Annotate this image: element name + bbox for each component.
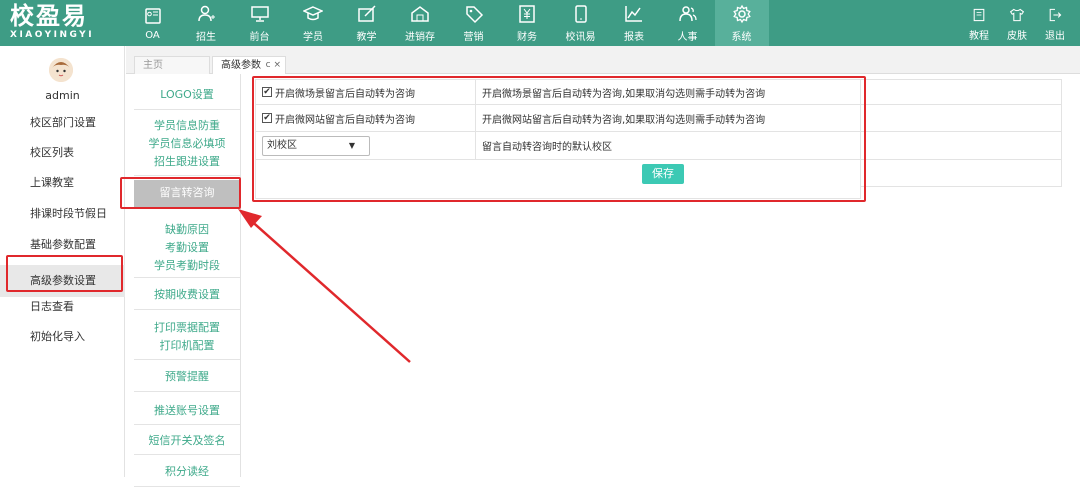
tab-actions: c × — [266, 57, 281, 74]
tab-home[interactable]: 主页 — [134, 56, 210, 74]
tab-advanced-params-label: 高级参数 — [221, 60, 261, 71]
submenu-link[interactable]: LOGO设置 — [134, 86, 240, 104]
nav-label: 进销存 — [405, 31, 435, 43]
top-bar: 校盈易 XIAOYINGYI OA 招生 前台 学员 教学 进销存 营销 财务 校讯易 报表 人事 系… — [0, 0, 1080, 46]
phone-icon — [571, 4, 591, 24]
nav-label: 系统 — [731, 31, 752, 43]
submenu-group: 打印票据配置 打印机配置 — [134, 314, 240, 360]
tab-bar: 主页 高级参数 c × — [126, 46, 1080, 74]
tab-advanced-params[interactable]: 高级参数 c × — [212, 56, 286, 74]
submenu-group: LOGO设置 — [134, 80, 240, 110]
submenu-group: 推送账号设置 — [134, 396, 240, 425]
book-icon — [969, 5, 989, 25]
settings-submenu: LOGO设置 学员信息防重 学员信息必填项 招生跟进设置 留言转咨询 缺勤原因 考勤设置 学员… — [126, 74, 241, 487]
sidebar-item-6[interactable]: 日志查看 — [0, 296, 125, 318]
submenu-group: 短信开关及签名 — [134, 427, 240, 455]
brand-logo[interactable]: 校盈易 XIAOYINGYI — [10, 3, 120, 43]
submenu-group: 按期收费设置 — [134, 280, 240, 310]
close-icon[interactable]: × — [273, 60, 281, 70]
nav-item-gear[interactable]: 系统 — [714, 0, 769, 46]
submenu-link[interactable]: 打印机配置 — [134, 337, 240, 355]
nav-item-user-add[interactable]: 招生 — [187, 0, 226, 46]
submenu-link[interactable]: 学员信息防重 — [134, 117, 240, 135]
avatar[interactable] — [49, 58, 73, 82]
nav-item-graduation-cap[interactable]: 学员 — [294, 0, 333, 46]
submenu-link[interactable]: 学员信息必填项 — [134, 135, 240, 153]
pencil-board-icon — [357, 4, 377, 24]
sidebar-item-3[interactable]: 排课时段节假日 — [0, 203, 125, 225]
line-chart-icon — [624, 4, 644, 24]
submenu-link[interactable]: 积分读经 — [134, 463, 240, 481]
nav-item-yen[interactable]: 财务 — [508, 0, 547, 46]
tool-label: 退出 — [1045, 30, 1065, 42]
tool-label: 教程 — [969, 30, 989, 42]
shirt-icon — [1007, 5, 1027, 25]
brand-sub: XIAOYINGYI — [10, 30, 95, 40]
submenu-link[interactable]: 推送账号设置 — [134, 402, 240, 420]
tool-book[interactable]: 教程 — [960, 0, 998, 46]
graduation-cap-icon — [303, 4, 323, 24]
sidebar-item-0[interactable]: 校区部门设置 — [0, 112, 125, 134]
nav-label: 营销 — [463, 31, 484, 43]
tag-icon — [464, 4, 484, 24]
settings-panel-extension — [861, 79, 1062, 187]
nav-item-tag[interactable]: 营销 — [454, 0, 493, 46]
submenu-link[interactable]: 招生跟进设置 — [134, 153, 240, 171]
tool-shirt[interactable]: 皮肤 — [998, 0, 1036, 46]
nav-label: 招生 — [196, 31, 216, 43]
right-tools: 教程 皮肤 退出 — [960, 0, 1074, 46]
main-nav: OA 招生 前台 学员 教学 进销存 营销 财务 校讯易 报表 人事 系统 — [133, 0, 776, 46]
nav-label: 人事 — [677, 31, 698, 43]
submenu-link[interactable]: 预警提醒 — [134, 368, 240, 386]
submenu-group: 积分读经 — [134, 457, 240, 487]
annotation-box-sidebar — [6, 255, 123, 292]
yen-icon — [517, 4, 537, 24]
gear-icon — [732, 4, 752, 24]
submenu-group: 学员信息防重 学员信息必填项 招生跟进设置 — [134, 112, 240, 176]
nav-label: 教学 — [356, 31, 377, 43]
annotation-box-settings — [252, 76, 866, 202]
tool-label: 皮肤 — [1007, 30, 1027, 42]
tab-home-label: 主页 — [143, 60, 163, 71]
sidebar-item-7[interactable]: 初始化导入 — [0, 326, 125, 348]
brand-name: 校盈易 — [10, 1, 88, 30]
nav-item-pencil-board[interactable]: 教学 — [347, 0, 386, 46]
user-name: admin — [45, 89, 80, 102]
nav-label: 学员 — [303, 31, 323, 43]
nav-item-phone[interactable]: 校讯易 — [561, 0, 600, 46]
logout-icon — [1045, 5, 1065, 25]
nav-label: 校讯易 — [565, 31, 596, 43]
annotation-box-submenu — [120, 177, 241, 209]
submenu-link[interactable]: 按期收费设置 — [134, 286, 240, 304]
sidebar-item-2[interactable]: 上课教室 — [0, 172, 125, 194]
nav-label: 前台 — [249, 31, 270, 43]
warehouse-icon — [410, 4, 430, 24]
user-add-icon — [196, 4, 216, 24]
nav-item-line-chart[interactable]: 报表 — [615, 0, 654, 46]
people-icon — [678, 4, 698, 24]
submenu-link[interactable]: 学员考勤时段 — [134, 257, 240, 275]
tool-logout[interactable]: 退出 — [1036, 0, 1074, 46]
submenu-group: 预警提醒 — [134, 362, 240, 392]
nav-item-warehouse[interactable]: 进销存 — [401, 0, 440, 46]
submenu-group: 缺勤原因 考勤设置 学员考勤时段 — [134, 217, 240, 278]
id-card-icon — [143, 6, 163, 26]
submenu-link[interactable]: 打印票据配置 — [134, 319, 240, 337]
submenu-link[interactable]: 短信开关及签名 — [134, 432, 240, 450]
nav-label: 财务 — [517, 31, 537, 43]
sidebar-item-1[interactable]: 校区列表 — [0, 142, 125, 164]
refresh-icon[interactable]: c — [266, 60, 271, 70]
nav-item-id-card[interactable]: OA — [133, 0, 172, 46]
nav-label: 报表 — [624, 31, 644, 43]
nav-label: OA — [145, 29, 160, 41]
monitor-icon — [250, 4, 270, 24]
submenu-link[interactable]: 缺勤原因 — [134, 221, 240, 239]
nav-item-people[interactable]: 人事 — [668, 0, 707, 46]
nav-item-monitor[interactable]: 前台 — [240, 0, 279, 46]
sidebar-item-4[interactable]: 基础参数配置 — [0, 234, 125, 256]
submenu-link[interactable]: 考勤设置 — [134, 239, 240, 257]
